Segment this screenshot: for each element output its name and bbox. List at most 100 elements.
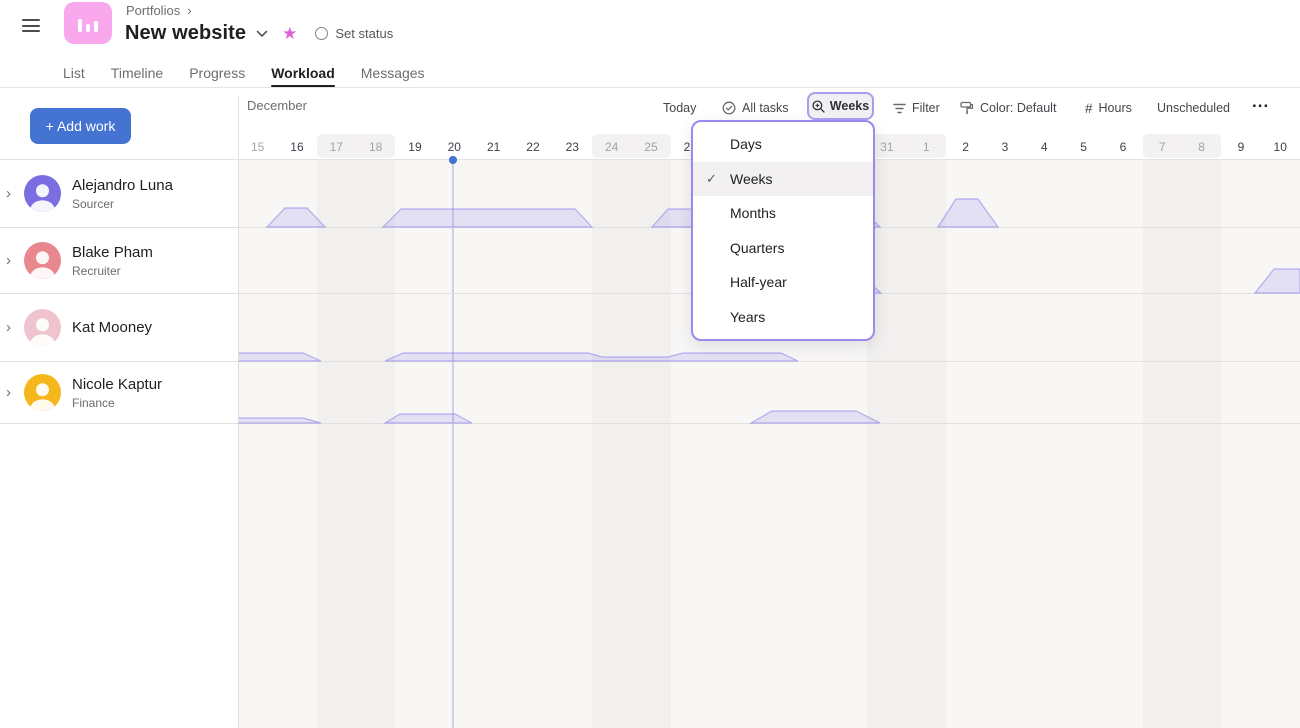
menu-item-years[interactable]: Years [693, 300, 873, 335]
color-label: Color: Default [980, 101, 1057, 115]
tab-timeline[interactable]: Timeline [111, 58, 163, 87]
weekend-header-chip [1142, 134, 1222, 158]
date-label: 10 [1273, 140, 1287, 154]
zoom-level-menu: Days ✓ Weeks Months Quarters Half-year Years [691, 120, 875, 341]
avatar [24, 175, 61, 212]
date-label: 18 [368, 140, 383, 154]
person-name: Nicole Kaptur [72, 375, 163, 393]
hash-icon: # [1085, 100, 1093, 116]
person-name: Alejandro Luna [72, 176, 173, 194]
sidebar-toggle-icon[interactable] [22, 19, 40, 32]
date-label: 1 [922, 140, 930, 154]
weekend-column [591, 160, 671, 728]
zoom-level-label: Weeks [829, 99, 870, 113]
view-tabs: List Timeline Progress Workload Messages [63, 58, 425, 87]
filter-button[interactable]: Filter [893, 96, 940, 120]
tab-progress[interactable]: Progress [189, 58, 245, 87]
circle-check-icon [722, 101, 736, 115]
date-label: 9 [1237, 140, 1245, 154]
menu-item-label: Days [730, 136, 762, 153]
title-chevron-down-icon[interactable] [256, 30, 268, 38]
date-label: 8 [1198, 140, 1205, 154]
today-button[interactable]: Today [663, 96, 696, 120]
person-row-nicole[interactable]: › Nicole Kaptur Finance [0, 362, 238, 423]
weekend-header-chip [316, 134, 396, 158]
tab-list[interactable]: List [63, 58, 85, 87]
person-name: Kat Mooney [72, 319, 153, 336]
person-row-blake[interactable]: › Blake Pham Recruiter [0, 228, 238, 293]
menu-item-days[interactable]: Days [693, 127, 873, 162]
expand-chevron-icon[interactable]: › [6, 320, 18, 335]
more-options-button[interactable]: ... [1252, 90, 1269, 114]
date-label: 4 [1040, 140, 1048, 154]
date-label: 19 [408, 140, 422, 154]
person-name: Blake Pham [72, 243, 153, 261]
unscheduled-label: Unscheduled [1157, 101, 1230, 115]
paint-roller-icon [960, 101, 974, 114]
menu-item-label: Weeks [730, 170, 773, 187]
person-role: Recruiter [72, 263, 121, 278]
date-label: 31 [880, 140, 894, 154]
date-label: 3 [1001, 140, 1009, 154]
favorite-star-icon[interactable]: ★ [282, 25, 297, 42]
date-label: 7 [1158, 140, 1166, 154]
date-label: 25 [644, 140, 658, 154]
menu-item-label: Quarters [730, 239, 785, 256]
date-label: 5 [1080, 140, 1087, 154]
date-label: 21 [486, 140, 501, 154]
top-bar: Portfolios › New website ★ Set status Sh… [0, 0, 1300, 88]
status-circle-icon [315, 27, 329, 40]
zoom-level-button[interactable]: Weeks [807, 92, 874, 120]
date-label: 23 [565, 140, 579, 154]
person-row-kat[interactable]: › Kat Mooney [0, 294, 238, 361]
date-label: 6 [1119, 140, 1127, 154]
month-label: December [247, 98, 307, 113]
filter-label: Filter [912, 101, 940, 115]
expand-chevron-icon[interactable]: › [6, 385, 18, 400]
workload-page: Portfolios › New website ★ Set status Sh… [0, 0, 1300, 728]
person-role: Finance [72, 395, 115, 410]
menu-item-half-year[interactable]: Half-year [693, 265, 873, 300]
set-status-label: Set status [335, 26, 394, 41]
breadcrumb[interactable]: Portfolios › [126, 3, 192, 18]
set-status-button[interactable]: Set status [315, 26, 393, 41]
breadcrumb-chevron-icon: › [187, 3, 192, 18]
unscheduled-button[interactable]: Unscheduled [1157, 96, 1230, 120]
date-label: 24 [604, 140, 619, 154]
date-label: 17 [329, 140, 343, 154]
color-button[interactable]: Color: Default [960, 96, 1056, 120]
hours-label: Hours [1098, 101, 1132, 115]
menu-item-label: Months [730, 205, 776, 222]
weekend-column [316, 160, 396, 728]
person-row-alejandro[interactable]: › Alejandro Luna Sourcer [0, 160, 238, 227]
menu-item-quarters[interactable]: Quarters [693, 231, 873, 266]
page-title: New website [125, 22, 247, 44]
all-tasks-filter-button[interactable]: All tasks [722, 96, 789, 120]
menu-item-weeks[interactable]: ✓ Weeks [693, 161, 873, 196]
date-label: 16 [290, 140, 304, 154]
date-label: 15 [250, 140, 265, 154]
person-role: Sourcer [72, 196, 115, 211]
tab-messages[interactable]: Messages [361, 58, 425, 87]
tab-workload[interactable]: Workload [271, 58, 335, 87]
weekend-column [867, 160, 946, 728]
today-marker-dot [449, 156, 457, 164]
breadcrumb-portfolios[interactable]: Portfolios [126, 3, 180, 18]
menu-item-months[interactable]: Months [693, 196, 873, 231]
sidebar-chart-divider [238, 96, 239, 728]
hours-button[interactable]: # Hours [1085, 96, 1132, 120]
avatar [24, 374, 61, 411]
add-work-button[interactable]: + Add work [30, 108, 131, 144]
row-separator [0, 423, 1300, 424]
zoom-icon [812, 99, 825, 113]
expand-chevron-icon[interactable]: › [6, 186, 18, 201]
today-line [452, 160, 454, 728]
date-label: 20 [447, 140, 461, 154]
today-label: Today [663, 101, 697, 115]
weekend-column [1142, 160, 1222, 728]
check-icon: ✓ [706, 170, 717, 186]
weekend-header-chip [867, 134, 946, 158]
menu-item-label: Half-year [730, 274, 787, 291]
ellipsis-icon: ... [1252, 92, 1270, 111]
expand-chevron-icon[interactable]: › [6, 253, 18, 268]
